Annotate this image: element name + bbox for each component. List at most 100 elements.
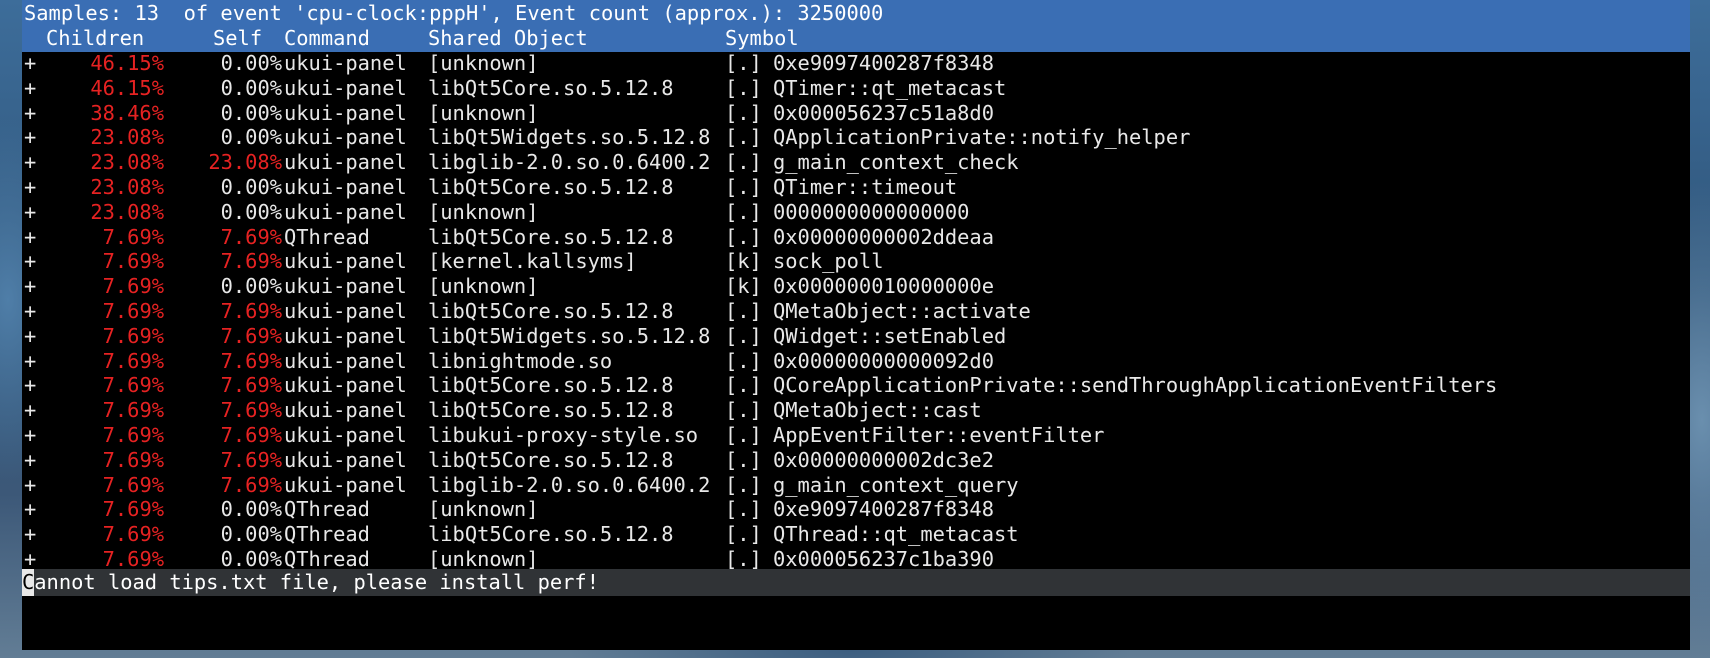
- summary-bar: Samples: 13 of event 'cpu-clock:pppH', E…: [22, 0, 1690, 27]
- table-row[interactable]: +38.46% 0.00% ukui-panel [unknown] [.] 0x0000…: [22, 100, 1690, 127]
- shared-object-cell: [unknown]: [428, 100, 539, 125]
- command-cell: ukui-panel: [284, 472, 407, 497]
- col-self-header[interactable]: Self: [213, 25, 262, 52]
- table-row[interactable]: +7.69% 7.69% QThread libQt5Core.so.5.12.8 [.…: [22, 224, 1690, 251]
- table-row[interactable]: +46.15% 0.00% ukui-panel [unknown] [.] 0xe909…: [22, 50, 1690, 77]
- self-percent: 0.00%: [220, 199, 282, 224]
- self-percent: 7.69%: [220, 249, 282, 274]
- command-cell: ukui-panel: [284, 125, 407, 150]
- shared-object-cell: libQt5Widgets.so.5.12.8: [428, 125, 711, 150]
- expand-toggle[interactable]: +: [24, 348, 36, 375]
- privilege-level: [.]: [725, 497, 762, 522]
- expand-toggle[interactable]: +: [24, 521, 36, 548]
- table-row[interactable]: +7.69% 7.69% ukui-panel libQt5Core.so.5.12.…: [22, 397, 1690, 424]
- self-percent: 7.69%: [220, 447, 282, 472]
- children-percent: 46.15%: [90, 75, 164, 100]
- table-row[interactable]: +7.69% 0.00% QThread libQt5Core.so.5.12.8 [.…: [22, 521, 1690, 548]
- col-children-header[interactable]: Children: [46, 25, 144, 52]
- table-row[interactable]: +23.08% 0.00% ukui-panel libQt5Widgets.so.5…: [22, 124, 1690, 151]
- expand-toggle[interactable]: +: [24, 75, 36, 102]
- col-command-header[interactable]: Command: [284, 25, 370, 52]
- expand-toggle[interactable]: +: [24, 50, 36, 77]
- status-text: annot load tips.txt file, please install…: [34, 570, 599, 594]
- children-percent: 7.69%: [102, 224, 164, 249]
- table-row[interactable]: +46.15% 0.00% ukui-panel libQt5Core.so.5.12…: [22, 75, 1690, 102]
- privilege-level: [.]: [725, 522, 762, 547]
- expand-toggle[interactable]: +: [24, 124, 36, 151]
- table-row[interactable]: +7.69% 7.69% ukui-panel libukui-proxy-style…: [22, 422, 1690, 449]
- symbol-cell: AppEventFilter::eventFilter: [773, 423, 1105, 447]
- children-percent: 7.69%: [102, 323, 164, 348]
- self-percent: 0.00%: [220, 175, 282, 199]
- expand-toggle[interactable]: +: [24, 397, 36, 424]
- expand-toggle[interactable]: +: [24, 273, 36, 300]
- children-percent: 7.69%: [102, 348, 164, 373]
- table-row[interactable]: +23.08% 23.08% ukui-panel libglib-2.0.so.0.…: [22, 149, 1690, 176]
- col-shared-object-header[interactable]: Shared Object: [428, 25, 588, 52]
- self-percent: 0.00%: [220, 125, 282, 150]
- summary-text: Samples: 13 of event 'cpu-clock:pppH', E…: [24, 1, 884, 25]
- expand-toggle[interactable]: +: [24, 224, 36, 251]
- shared-object-cell: [kernel.kallsyms]: [428, 249, 637, 274]
- table-row[interactable]: +7.69% 7.69% ukui-panel libQt5Core.so.5.12.…: [22, 372, 1690, 399]
- expand-toggle[interactable]: +: [24, 472, 36, 499]
- table-row[interactable]: +7.69% 7.69% ukui-panel [kernel.kallsyms] [k…: [22, 248, 1690, 275]
- expand-toggle[interactable]: +: [24, 149, 36, 176]
- self-percent: 7.69%: [220, 299, 282, 323]
- self-percent: 23.08%: [208, 150, 282, 175]
- expand-toggle[interactable]: +: [24, 496, 36, 523]
- expand-toggle[interactable]: +: [24, 372, 36, 399]
- symbol-cell: 0x00000000002dc3e2: [773, 447, 994, 472]
- col-symbol-header[interactable]: Symbol: [725, 25, 799, 52]
- command-cell: ukui-panel: [284, 199, 407, 224]
- children-percent: 23.08%: [90, 199, 164, 224]
- children-percent: 7.69%: [102, 447, 164, 472]
- expand-toggle[interactable]: +: [24, 422, 36, 449]
- table-row[interactable]: +7.69% 7.69% ukui-panel libglib-2.0.so.0.64…: [22, 472, 1690, 499]
- shared-object-cell: libQt5Core.so.5.12.8: [428, 299, 674, 323]
- self-percent: 7.69%: [220, 224, 282, 249]
- table-row[interactable]: +7.69% 7.69% ukui-panel libnightmode.so [.] 0…: [22, 348, 1690, 375]
- privilege-level: [.]: [725, 150, 762, 175]
- terminal-window[interactable]: Samples: 13 of event 'cpu-clock:pppH', E…: [22, 0, 1690, 650]
- table-row[interactable]: +7.69% 7.69% ukui-panel libQt5Core.so.5.12.…: [22, 447, 1690, 474]
- command-cell: ukui-panel: [284, 373, 407, 398]
- self-percent: 7.69%: [220, 348, 282, 373]
- table-row[interactable]: +23.08% 0.00% ukui-panel libQt5Core.so.5.12…: [22, 174, 1690, 201]
- symbol-cell: QTimer::timeout: [773, 175, 958, 199]
- expand-toggle[interactable]: +: [24, 174, 36, 201]
- command-cell: ukui-panel: [284, 175, 407, 199]
- expand-toggle[interactable]: +: [24, 100, 36, 127]
- expand-toggle[interactable]: +: [24, 323, 36, 350]
- self-percent: 7.69%: [220, 423, 282, 447]
- table-row[interactable]: +7.69% 7.69% ukui-panel libQt5Widgets.so.5.…: [22, 323, 1690, 350]
- command-cell: ukui-panel: [284, 274, 407, 299]
- children-percent: 7.69%: [102, 472, 164, 497]
- self-percent: 0.00%: [220, 274, 282, 299]
- expand-toggle[interactable]: +: [24, 248, 36, 275]
- expand-toggle[interactable]: +: [24, 447, 36, 474]
- symbol-cell: 0x00000000002ddeaa: [773, 224, 994, 249]
- privilege-level: [.]: [725, 199, 762, 224]
- privilege-level: [.]: [725, 398, 762, 423]
- shared-object-cell: libQt5Core.so.5.12.8: [428, 398, 674, 423]
- privilege-level: [.]: [725, 423, 762, 447]
- shared-object-cell: libglib-2.0.so.0.6400.2: [428, 150, 711, 175]
- table-row[interactable]: +7.69% 0.00% QThread [unknown] [.] 0xe9097400…: [22, 496, 1690, 523]
- command-cell: ukui-panel: [284, 398, 407, 423]
- symbol-cell: QApplicationPrivate::notify_helper: [773, 125, 1191, 150]
- table-row[interactable]: +23.08% 0.00% ukui-panel [unknown] [.] 000000…: [22, 199, 1690, 226]
- table-row[interactable]: +7.69% 0.00% ukui-panel [unknown] [k] 0x00000…: [22, 273, 1690, 300]
- self-percent: 7.69%: [220, 373, 282, 398]
- expand-toggle[interactable]: +: [24, 199, 36, 226]
- expand-toggle[interactable]: +: [24, 298, 36, 325]
- privilege-level: [.]: [725, 75, 762, 100]
- self-percent: 0.00%: [220, 75, 282, 100]
- command-cell: ukui-panel: [284, 100, 407, 125]
- symbol-cell: QTimer::qt_metacast: [773, 75, 1007, 100]
- command-cell: ukui-panel: [284, 299, 407, 323]
- symbol-cell: QThread::qt_metacast: [773, 522, 1019, 547]
- symbol-cell: 0x00000000000092d0: [773, 348, 994, 373]
- children-percent: 23.08%: [90, 175, 164, 199]
- table-row[interactable]: +7.69% 7.69% ukui-panel libQt5Core.so.5.12.…: [22, 298, 1690, 325]
